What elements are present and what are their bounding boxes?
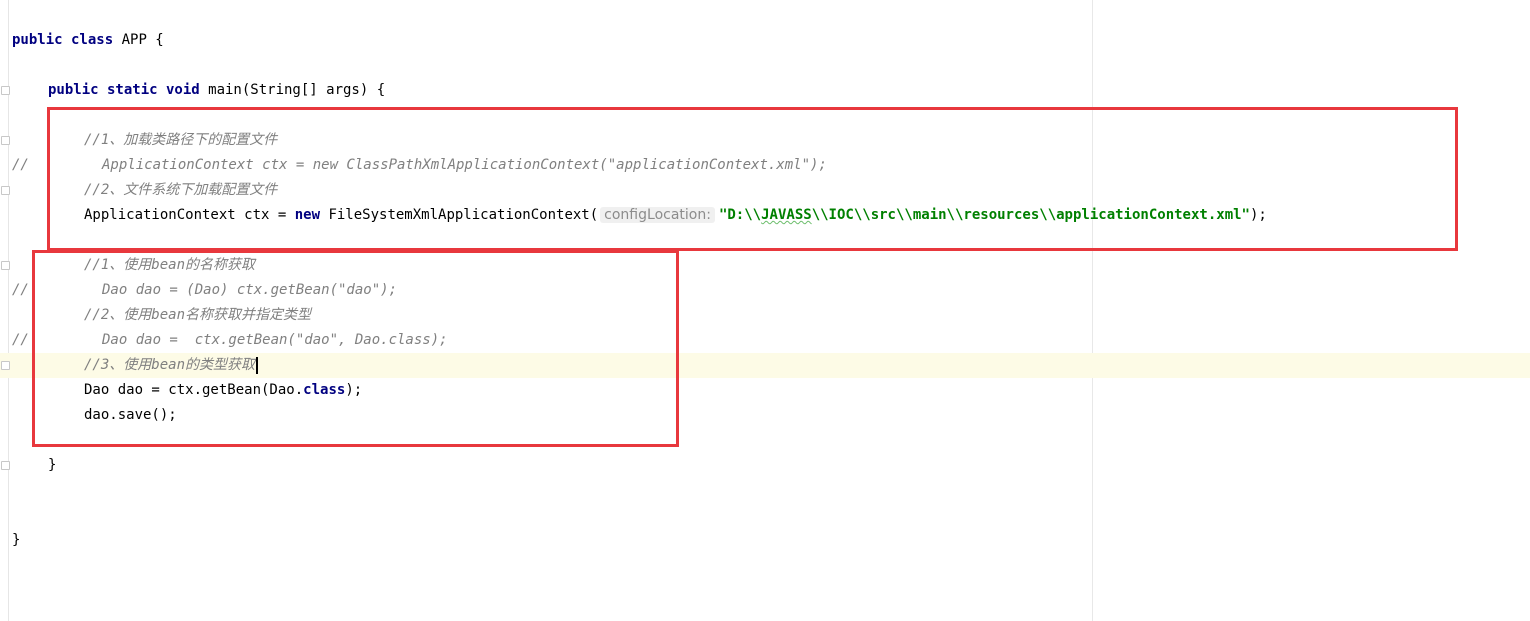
code-text: APP { [113, 32, 164, 48]
code-line-main-declaration[interactable]: public static void main(String[] args) { [48, 78, 385, 103]
keyword: public class [12, 32, 114, 48]
closing-brace-main[interactable]: } [48, 453, 56, 478]
right-margin-guide [1092, 0, 1093, 621]
fold-marker-icon[interactable] [1, 86, 10, 95]
fold-marker-icon[interactable] [1, 186, 10, 195]
code-line-class-declaration[interactable]: public class APP { [12, 28, 164, 53]
line-comment-prefix: // [12, 157, 29, 173]
closing-brace-class[interactable]: } [12, 528, 20, 553]
keyword: public static void [48, 82, 200, 98]
fold-marker-icon[interactable] [1, 361, 10, 370]
fold-marker-icon[interactable] [1, 136, 10, 145]
highlight-box-bean-retrieval [32, 250, 679, 447]
fold-marker-icon[interactable] [1, 261, 10, 270]
line-comment-prefix: // [12, 332, 29, 348]
code-text: main(String[] args) { [199, 82, 386, 98]
highlight-box-context-loading [47, 107, 1458, 251]
line-comment-prefix: // [12, 282, 29, 298]
fold-marker-icon[interactable] [1, 461, 10, 470]
